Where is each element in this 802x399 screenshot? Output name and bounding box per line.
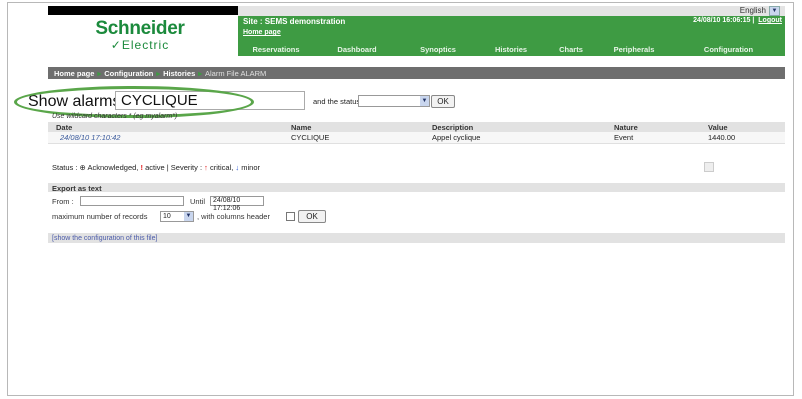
- nav-item-reservations[interactable]: Reservations: [238, 44, 314, 56]
- legend-status-label: Status :: [52, 163, 78, 172]
- from-label: From :: [52, 197, 74, 206]
- col-date[interactable]: Date: [56, 123, 72, 132]
- breadcrumb-configuration[interactable]: Configuration: [104, 69, 153, 78]
- logo-text-2-word: Electric: [121, 38, 170, 52]
- status-legend: Status : ⊕ Acknowledged, ! active | Seve…: [52, 163, 260, 172]
- col-name[interactable]: Name: [291, 123, 311, 132]
- legend-severity-label: | Severity :: [166, 163, 203, 172]
- cell-date: 24/08/10 17:10:42: [60, 133, 121, 142]
- cell-description: Appel cyclique: [432, 133, 481, 142]
- max-records-select[interactable]: 10 ▼: [160, 211, 194, 222]
- export-title: Export as text: [52, 184, 102, 193]
- columns-header-checkbox[interactable]: [286, 212, 295, 221]
- chevron-down-icon: ▼: [420, 96, 429, 106]
- table-header: Date Name Description Nature Value: [48, 122, 785, 132]
- nav-item-configuration[interactable]: Configuration: [672, 44, 785, 56]
- logo-text-2: ✓Electric: [70, 39, 210, 51]
- breadcrumb-current: Alarm File ALARM: [205, 69, 267, 78]
- max-records-value: 10: [163, 213, 171, 220]
- home-page-link[interactable]: Home page: [243, 29, 281, 36]
- active-icon: !: [140, 163, 143, 172]
- nav-item-charts[interactable]: Charts: [546, 44, 596, 56]
- config-bar: [48, 233, 785, 243]
- cell-name: CYCLIQUE: [291, 133, 330, 142]
- col-value[interactable]: Value: [708, 123, 728, 132]
- col-nature[interactable]: Nature: [614, 123, 638, 132]
- chevron-right-icon: ▸: [97, 69, 102, 78]
- chevron-down-icon: ▼: [184, 212, 193, 221]
- breadcrumb: Home page ▸ Configuration ▸ Histories ▸ Alarm …: [54, 69, 266, 78]
- until-input[interactable]: 24/08/10 17:12:06: [210, 196, 264, 212]
- export-ok-button[interactable]: OK: [298, 210, 326, 223]
- site-title: Site : SEMS demonstration: [243, 17, 346, 26]
- columns-header-label: , with columns header: [197, 212, 270, 221]
- logo-text-1: Schneider: [95, 18, 185, 39]
- legend-active: active: [145, 163, 165, 172]
- filter-ok-button[interactable]: OK: [431, 95, 455, 108]
- from-input[interactable]: [80, 196, 184, 206]
- acknowledged-icon: ⊕: [79, 163, 86, 172]
- arrow-down-icon: ↓: [235, 163, 240, 172]
- chevron-right-icon: ▸: [198, 69, 203, 78]
- legend-minor: minor: [241, 163, 261, 172]
- col-description[interactable]: Description: [432, 123, 473, 132]
- logout-link[interactable]: Logout: [758, 17, 782, 24]
- cell-value: 1440.00: [708, 133, 736, 142]
- wildcard-hint: Use wildcard characters * (eg myalarm*): [52, 113, 178, 120]
- main-nav: Reservations Dashboard Synoptics Histori…: [238, 44, 785, 56]
- schneider-logo[interactable]: Schneider ✓Electric: [70, 18, 210, 52]
- nav-item-dashboard[interactable]: Dashboard: [314, 44, 400, 56]
- breadcrumb-histories[interactable]: Histories: [163, 69, 195, 78]
- status-label: and the status: [313, 97, 361, 106]
- language-label: English: [739, 6, 766, 16]
- legend-critical: critical,: [209, 163, 234, 172]
- until-label: Until: [190, 197, 206, 206]
- legend-acknowledged: Acknowledged,: [87, 163, 139, 172]
- top-black-bar: [48, 6, 238, 15]
- nav-item-synoptics[interactable]: Synoptics: [400, 44, 476, 56]
- max-records-label: maximum number of records: [52, 212, 148, 221]
- datetime-value: 24/08/10 16:06:15: [693, 17, 751, 24]
- export-section-bar: [48, 183, 785, 192]
- top-grey-bar: [238, 6, 785, 16]
- language-select[interactable]: English ▼: [740, 6, 780, 16]
- cell-nature: Event: [614, 133, 634, 142]
- legend-swatch: [704, 162, 714, 172]
- breadcrumb-home[interactable]: Home page: [54, 69, 94, 78]
- nav-item-peripherals[interactable]: Peripherals: [596, 44, 672, 56]
- chevron-down-icon: ▼: [769, 6, 780, 16]
- header-datetime: 24/08/10 16:06:15 | Logout: [693, 17, 782, 24]
- chevron-right-icon: ▸: [156, 69, 161, 78]
- show-configuration-link[interactable]: [show the configuration of this file]: [52, 235, 157, 242]
- table-row[interactable]: 24/08/10 17:10:42 CYCLIQUE Appel cycliqu…: [48, 132, 785, 144]
- nav-item-histories[interactable]: Histories: [476, 44, 546, 56]
- arrow-up-icon: ↑: [204, 163, 208, 172]
- logo-mark-icon: ✓: [110, 38, 122, 52]
- alarms-table: Date Name Description Nature Value 24/08…: [48, 122, 785, 144]
- status-select[interactable]: ▼: [358, 95, 430, 107]
